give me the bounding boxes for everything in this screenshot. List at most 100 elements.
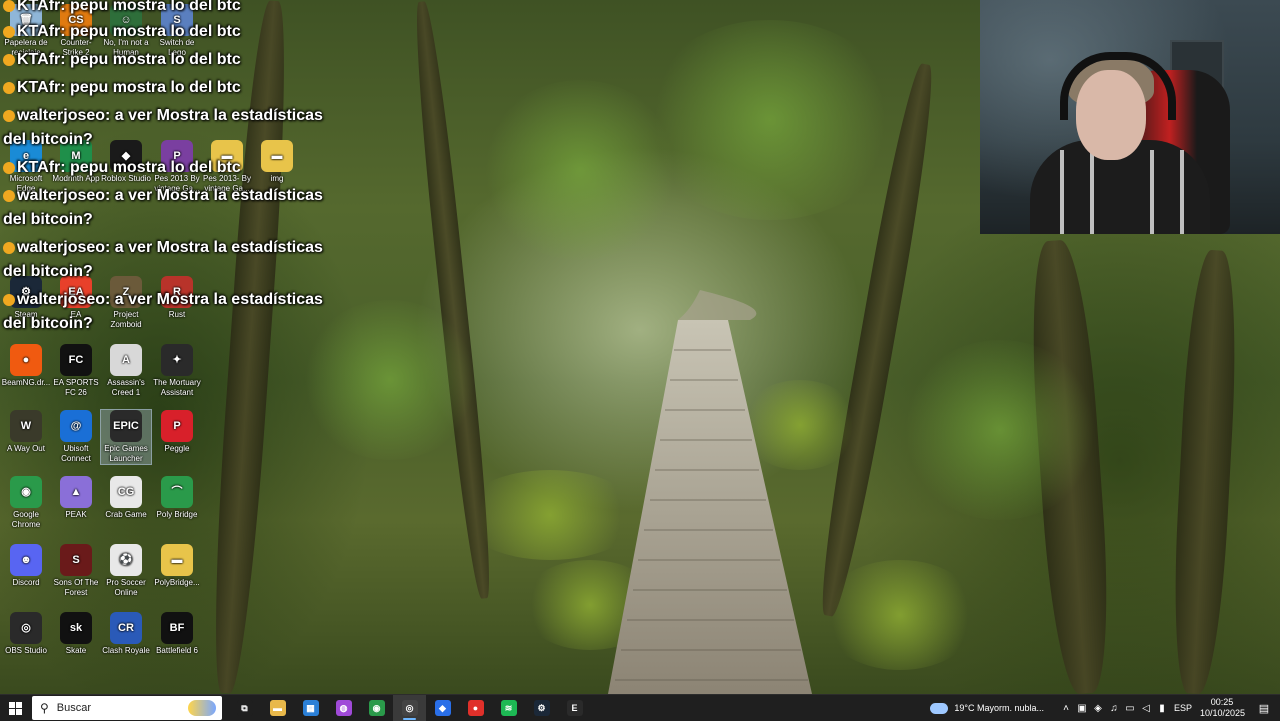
chat-message: walterjoseo: a ver Mostra la estadística… bbox=[3, 236, 338, 284]
chat-username: KTAfr: bbox=[17, 23, 66, 40]
taskbar-app-button[interactable]: ◆ bbox=[426, 695, 459, 721]
desktop-icon[interactable]: ⚽ Pro Soccer Online bbox=[101, 544, 151, 598]
desktop-icon-label: Crab Game bbox=[105, 510, 147, 519]
taskbar-app-button[interactable]: ● bbox=[459, 695, 492, 721]
chat-message: walterjoseo: a ver Mostra la estadística… bbox=[3, 184, 338, 232]
battery-icon[interactable]: ▮ bbox=[1154, 703, 1170, 714]
network-icon[interactable]: ◈ bbox=[1090, 703, 1106, 714]
system-tray: 19°C Mayorm. nubla... ˄ ▣ ◈ ♫ ▭ ◁ ▮ ESP … bbox=[930, 695, 1280, 721]
chevron-up-icon[interactable]: ˄ bbox=[1058, 703, 1074, 714]
taskbar-search-box[interactable]: ⚲ Buscar bbox=[32, 696, 222, 720]
chat-badge-icon bbox=[3, 293, 15, 306]
chat-badge-icon bbox=[3, 109, 15, 122]
chat-badge-icon bbox=[3, 53, 15, 66]
chat-badge-icon bbox=[3, 0, 15, 12]
beamng-icon: ● bbox=[10, 344, 42, 376]
desktop-icon-label: PEAK bbox=[65, 510, 87, 519]
device-icon[interactable]: ▣ bbox=[1074, 703, 1090, 714]
desktop-icon[interactable]: ◎ OBS Studio bbox=[1, 612, 51, 656]
obs-icon: ◎ bbox=[10, 612, 42, 644]
taskbar-app-button[interactable]: ◉ bbox=[360, 695, 393, 721]
desktop-icon-label: Sons Of The Forest bbox=[53, 578, 99, 597]
taskbar-app-button[interactable]: ◍ bbox=[327, 695, 360, 721]
desktop-icon[interactable]: W A Way Out bbox=[1, 410, 51, 454]
peak-icon: ▲ bbox=[60, 476, 92, 508]
desktop-icon[interactable]: ● BeamNG.dr... bbox=[1, 344, 51, 388]
desktop-icon[interactable]: ▬ PolyBridge... bbox=[152, 544, 202, 588]
fc26-icon: FC bbox=[60, 344, 92, 376]
chat-text: pepu mostra lo del btc bbox=[65, 79, 241, 96]
chat-badge-icon bbox=[3, 81, 15, 94]
desktop-icon[interactable]: @ Ubisoft Connect bbox=[51, 410, 101, 464]
obs-icon: ◎ bbox=[401, 700, 418, 716]
taskbar-app-button[interactable]: ▬ bbox=[261, 695, 294, 721]
taskbar-pinned-apps: ⧉ ▬ ▦ ◍ ◉ ◎ ◆ ● ≋ ⚙ E bbox=[228, 695, 591, 721]
epic-games-icon: E bbox=[566, 700, 583, 716]
desktop-icon[interactable]: S Sons Of The Forest bbox=[51, 544, 101, 598]
desktop-icon-label: Discord bbox=[12, 578, 40, 587]
taskbar-app-button[interactable]: ⧉ bbox=[228, 695, 261, 721]
notification-icon[interactable]: ▤ bbox=[1254, 698, 1274, 718]
desktop-icon[interactable]: ☻ Discord bbox=[1, 544, 51, 588]
taskbar-app-button[interactable]: ▦ bbox=[294, 695, 327, 721]
taskbar-app-button[interactable]: ≋ bbox=[492, 695, 525, 721]
weather-widget[interactable]: 19°C Mayorm. nubla... bbox=[930, 702, 1044, 714]
speaker-icon[interactable]: ◁ bbox=[1138, 703, 1154, 714]
desktop-icon[interactable]: CG Crab Game bbox=[101, 476, 151, 520]
desktop-icon[interactable]: A Assassin's Creed 1 bbox=[101, 344, 151, 398]
poly-bridge-icon: ⌒ bbox=[161, 476, 193, 508]
discord-icon: ☻ bbox=[10, 544, 42, 576]
chat-username: walterjoseo: bbox=[17, 239, 111, 256]
task-view-icon: ⧉ bbox=[236, 700, 253, 716]
desktop-icon[interactable]: EPIC Epic Games Launcher bbox=[100, 409, 152, 465]
chat-text: pepu mostra lo del btc bbox=[65, 23, 241, 40]
desktop-icon[interactable]: BF Battlefield 6 bbox=[152, 612, 202, 656]
chat-text: pepu mostra lo del btc bbox=[65, 51, 241, 68]
desktop-icon-label: Skate bbox=[65, 646, 87, 655]
taskbar-app-button[interactable]: E bbox=[558, 695, 591, 721]
desktop-icon-label: A Way Out bbox=[7, 444, 45, 453]
microphone-icon[interactable]: ♫ bbox=[1106, 703, 1122, 714]
desktop-icon[interactable]: FC EA SPORTS FC 26 bbox=[51, 344, 101, 398]
desktop-icon[interactable]: P Peggle bbox=[152, 410, 202, 454]
desktop-icon-label: Clash Royale bbox=[102, 646, 150, 655]
chat-message: KTAfr: pepu mostra lo del btc bbox=[3, 48, 241, 72]
steam-icon: ⚙ bbox=[533, 700, 550, 716]
language-indicator[interactable]: ESP bbox=[1174, 703, 1192, 713]
desktop-icon-label: Assassin's Creed 1 bbox=[107, 378, 145, 397]
chat-username: walterjoseo: bbox=[17, 187, 111, 204]
sons-forest-icon: S bbox=[60, 544, 92, 576]
desktop-icon-label: EA SPORTS FC 26 bbox=[53, 378, 99, 397]
desktop-icon-label: Poly Bridge bbox=[156, 510, 198, 519]
chat-badge-icon bbox=[3, 25, 15, 38]
clock[interactable]: 00:25 10/10/2025 bbox=[1200, 697, 1245, 719]
desktop-icon[interactable]: ▲ PEAK bbox=[51, 476, 101, 520]
desktop-icon-label: OBS Studio bbox=[5, 646, 47, 655]
desktop-icon[interactable]: ⌒ Poly Bridge bbox=[152, 476, 202, 520]
desktop-icon[interactable]: ◉ Google Chrome bbox=[1, 476, 51, 530]
chat-message: KTAfr: pepu mostra lo del btc bbox=[3, 156, 241, 180]
desktop-icon[interactable]: ✦ The Mortuary Assistant bbox=[152, 344, 202, 398]
peggle-icon: P bbox=[161, 410, 193, 442]
desktop-icon-label: BeamNG.dr... bbox=[1, 378, 51, 387]
crab-game-icon: CG bbox=[110, 476, 142, 508]
chat-username: walterjoseo: bbox=[17, 291, 111, 308]
taskbar-app-button[interactable]: ⚙ bbox=[525, 695, 558, 721]
microsoft-store-icon: ▦ bbox=[302, 700, 319, 716]
desktop-icon-label: Ubisoft Connect bbox=[61, 444, 91, 463]
desktop-icon[interactable]: sk Skate bbox=[51, 612, 101, 656]
display-icon[interactable]: ▭ bbox=[1122, 703, 1138, 714]
chat-text: pepu mostra lo del btc bbox=[65, 0, 241, 14]
desktop-icon-label: Pro Soccer Online bbox=[106, 578, 146, 597]
desktop-icon-label: Battlefield 6 bbox=[156, 646, 198, 655]
chat-username: KTAfr: bbox=[17, 51, 66, 68]
windows-logo-icon bbox=[8, 701, 22, 715]
battlefield-icon: BF bbox=[161, 612, 193, 644]
chat-message: walterjoseo: a ver Mostra la estadística… bbox=[3, 104, 338, 152]
skate-icon: sk bbox=[60, 612, 92, 644]
start-button[interactable] bbox=[0, 695, 30, 721]
desktop-icon[interactable]: CR Clash Royale bbox=[101, 612, 151, 656]
taskbar-app-button[interactable]: ◎ bbox=[393, 695, 426, 721]
desktop-icon-label: img bbox=[270, 174, 284, 183]
boardwalk bbox=[608, 290, 812, 694]
